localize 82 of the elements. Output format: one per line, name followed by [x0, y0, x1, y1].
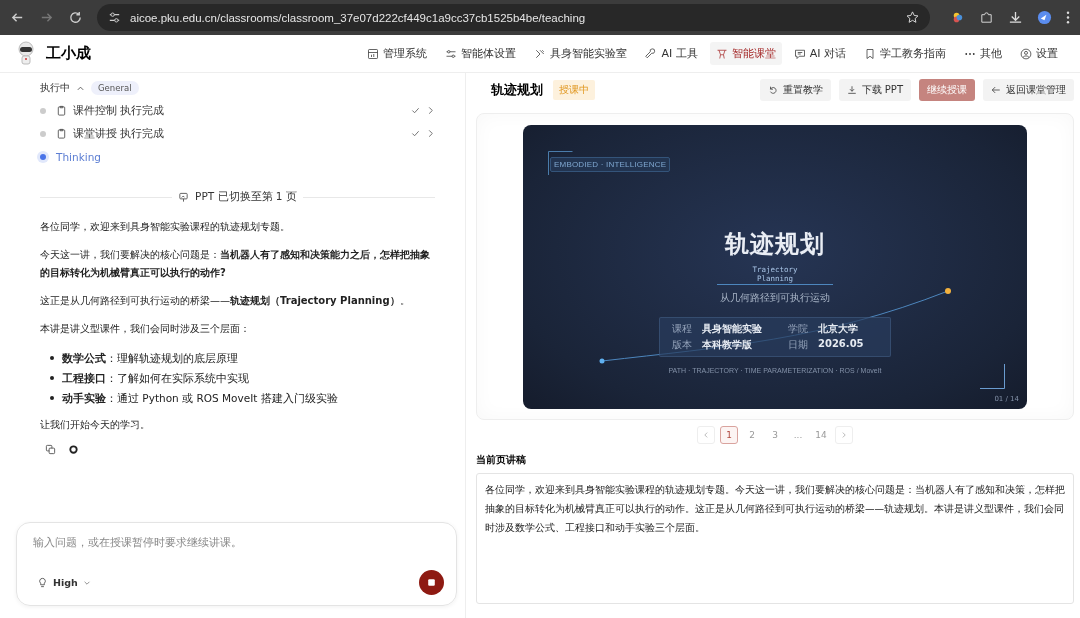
wrench-icon: [645, 47, 658, 60]
nav-item[interactable]: 学工教务指南: [858, 42, 952, 65]
status-badge: 授课中: [553, 80, 595, 100]
info-value: 2026.05: [818, 337, 865, 351]
info-value: 本科教学版: [702, 337, 753, 352]
chat-icon: [793, 47, 806, 60]
more-icon[interactable]: [1066, 10, 1070, 25]
nav-item[interactable]: 其他: [958, 42, 1008, 65]
info-label: 版本: [672, 337, 692, 352]
profile-icon[interactable]: [1037, 10, 1052, 25]
status-label: 执行中: [40, 81, 70, 95]
bullet-text: 数学公式：理解轨迹规划的底层原理: [62, 351, 238, 366]
clipboard-icon: [56, 128, 67, 139]
check-icon: [411, 106, 420, 115]
clipboard-icon: [56, 105, 67, 116]
bullet-text: 工程接口：了解如何在实际系统中实现: [62, 371, 249, 386]
user-icon: [1020, 47, 1032, 60]
chevron-left-icon: [702, 431, 710, 439]
page-button[interactable]: 1: [720, 426, 738, 444]
bullet-dot: [50, 356, 54, 360]
undo-icon: [767, 85, 778, 95]
chat-input-box[interactable]: 输入问题，或在授课暂停时要求继续讲课。 High: [16, 522, 457, 606]
nav-item[interactable]: 智能课堂: [709, 42, 782, 65]
record-icon[interactable]: [68, 444, 79, 455]
address-bar[interactable]: aicoe.pku.edu.cn/classrooms/classroom_37e07d222cf449c1a9cc37cb1525b4be/teaching: [97, 4, 930, 31]
reset-button[interactable]: 重置教学: [759, 79, 831, 101]
step-label: Thinking: [56, 150, 101, 163]
info-label: 日期: [788, 337, 808, 352]
bullet-text: 动手实验：通过 Python 或 ROS MoveIt 搭建入门级实验: [62, 391, 338, 406]
panel-icon: [367, 47, 380, 60]
nav-item[interactable]: 设置: [1014, 42, 1064, 65]
chevron-right-icon[interactable]: [426, 106, 435, 115]
presentation-icon: [178, 191, 190, 203]
step-label: 课堂讲授 执行完成: [73, 126, 165, 141]
script-heading: 当前页讲稿: [476, 454, 527, 467]
app-name: 工小成: [46, 44, 91, 63]
message-paragraph: 各位同学，欢迎来到具身智能实验课程的轨迹规划专题。: [40, 220, 291, 234]
arrow-left-icon: [991, 85, 1001, 95]
bullet-dot: [50, 396, 54, 400]
slide-switch-notice: PPT 已切换至第 1 页: [195, 190, 297, 204]
bullet-dot: [50, 376, 54, 380]
info-label: 课程: [672, 321, 692, 336]
copy-icon[interactable]: [45, 444, 56, 455]
site-settings-icon[interactable]: [107, 10, 122, 25]
corner-bracket-drawing: [980, 363, 1005, 389]
message-paragraph: 今天这一讲，我们要解决的核心问题是：当机器人有了感知和决策能力之后，怎样把抽象的目标转化为机械臂真正可以执行的动作?: [40, 248, 431, 280]
back-button[interactable]: 返回课堂管理: [983, 79, 1074, 101]
reload-icon[interactable]: [68, 10, 83, 25]
lesson-title: 轨迹规划: [491, 81, 543, 99]
stop-button[interactable]: [419, 570, 444, 595]
info-label: 学院: [788, 321, 808, 336]
message-paragraph: 这正是从几何路径到可执行运动的桥梁——轨迹规划（Trajectory Planning）。: [40, 294, 411, 308]
nav-item[interactable]: 具身智能实验室: [528, 42, 634, 65]
info-value: 具身智能实验: [702, 321, 763, 336]
script-text-area[interactable]: 各位同学，欢迎来到具身智能实验课程的轨迹规划专题。今天这一讲，我们要解决的核心问题是：当机器人有了感知和决策，怎样把抽象的目标转化为机械臂真正可以执行的动作。这正是从几何路径到可执行运动的桥梁——轨迹规划。本讲是讲义型课件，我们会同时涉及数学公式、工程接口和动手实验三个层面。: [476, 473, 1074, 604]
nav-item[interactable]: 管理系统: [361, 42, 434, 65]
message-paragraph: 让我们开始今天的学习。: [40, 418, 151, 432]
reasoning-mode-dropdown[interactable]: High: [31, 577, 97, 588]
step-label: 课件控制 执行完成: [73, 103, 165, 118]
star-icon[interactable]: [905, 10, 920, 25]
robot-mascot-icon: [16, 40, 36, 67]
nav-item[interactable]: 智能体设置: [439, 42, 523, 65]
download-icon: [846, 85, 857, 95]
check-icon: [411, 129, 420, 138]
chevron-right-icon[interactable]: [426, 129, 435, 138]
nav-item[interactable]: AI 工具: [639, 42, 704, 65]
download-button[interactable]: 下载 PPT: [838, 79, 911, 101]
sliders-icon: [445, 47, 458, 60]
slide-subtitle: 从几何路径到可执行运动: [720, 290, 830, 305]
bookmark-icon: [864, 47, 876, 60]
message-paragraph: 本讲是讲义型课件，我们会同时涉及三个层面：: [40, 322, 251, 336]
chevron-right-icon: [840, 431, 848, 439]
slide-tag: EMBODIED · INTELLIGENCE: [550, 156, 671, 172]
agent-tag: General: [91, 81, 139, 95]
info-value: 北京大学: [818, 321, 859, 336]
download-icon[interactable]: [1008, 10, 1023, 25]
question-field[interactable]: 输入问题，或在授课暂停时要求继续讲课。: [31, 535, 444, 549]
puzzle-icon[interactable]: [979, 10, 994, 25]
lightbulb-icon: [37, 577, 48, 588]
slide-title: 轨迹规划: [725, 228, 825, 260]
stop-icon: [426, 577, 437, 588]
nav-item[interactable]: AI 对话: [787, 42, 852, 65]
